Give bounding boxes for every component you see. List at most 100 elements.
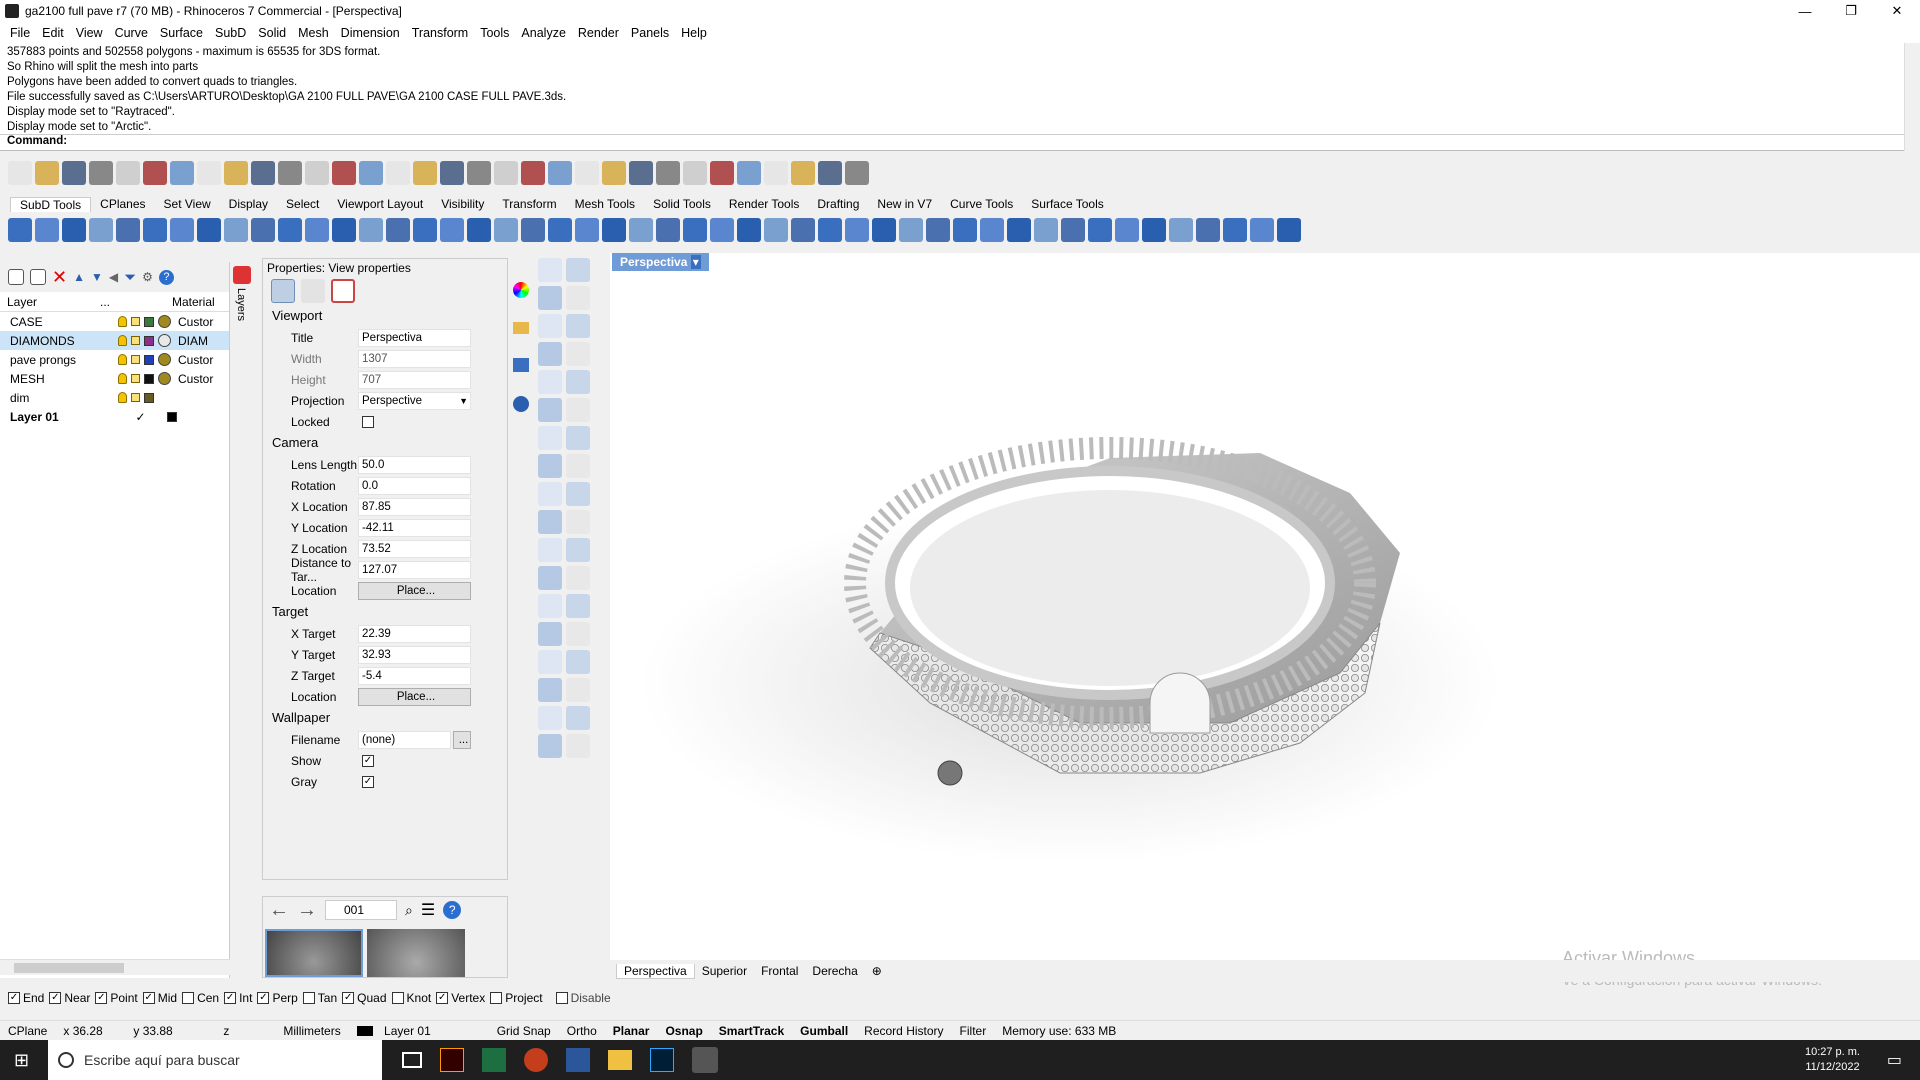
layer-row[interactable]: DIAMONDS DIAM bbox=[0, 331, 229, 350]
save-icon[interactable] bbox=[62, 161, 86, 185]
toggle-smooth-icon[interactable] bbox=[1115, 218, 1139, 242]
move-up-icon[interactable]: ▲ bbox=[73, 270, 85, 284]
ellipse-icon[interactable] bbox=[538, 706, 562, 730]
units-label[interactable]: Millimeters bbox=[275, 1024, 348, 1038]
filter-icon[interactable]: ⏷ bbox=[124, 269, 136, 286]
x-location-field[interactable]: 87.85 bbox=[358, 497, 471, 516]
lock-icon[interactable] bbox=[131, 336, 140, 345]
task-view-icon[interactable] bbox=[402, 1052, 422, 1068]
help-icon[interactable]: ? bbox=[443, 901, 462, 919]
osnap-int[interactable]: ✓ Int bbox=[224, 991, 252, 1005]
circle-icon[interactable] bbox=[538, 314, 562, 338]
tab-subd-tools[interactable]: SubD Tools bbox=[10, 196, 92, 212]
camera-place-button[interactable]: Place... bbox=[358, 581, 471, 600]
layer-name[interactable]: CASE bbox=[0, 315, 118, 329]
rendered-icon[interactable] bbox=[710, 161, 734, 185]
mirror-icon[interactable] bbox=[980, 218, 1004, 242]
osnap-point[interactable]: ✓ Point bbox=[95, 991, 138, 1005]
surface-icon[interactable] bbox=[538, 734, 562, 758]
dots-col-header[interactable]: ... bbox=[100, 295, 172, 309]
osnap-disable[interactable]: Disable bbox=[555, 991, 611, 1005]
subd-box-icon[interactable] bbox=[602, 218, 626, 242]
copy-icon[interactable] bbox=[170, 161, 194, 185]
layers-icon[interactable] bbox=[629, 161, 653, 185]
lights-icon[interactable] bbox=[575, 161, 599, 185]
subd-ellipsoid-icon[interactable] bbox=[116, 218, 140, 242]
target-place-button[interactable]: Place... bbox=[358, 687, 471, 706]
subd-cone-icon[interactable] bbox=[656, 218, 680, 242]
gear-icon[interactable] bbox=[764, 161, 788, 185]
sphere-icon[interactable] bbox=[818, 161, 842, 185]
point-icon[interactable] bbox=[566, 594, 590, 618]
distance-field[interactable]: 127.07 bbox=[358, 560, 471, 579]
loft-icon[interactable] bbox=[278, 218, 302, 242]
tab-perspectiva[interactable]: Perspectiva bbox=[616, 963, 695, 979]
pipe-icon[interactable] bbox=[926, 218, 950, 242]
bridge-icon[interactable] bbox=[818, 218, 842, 242]
circle-icon[interactable] bbox=[538, 650, 562, 674]
menu-view[interactable]: View bbox=[70, 26, 109, 40]
rotate-icon[interactable] bbox=[566, 538, 590, 562]
zoom-in-icon[interactable] bbox=[386, 161, 410, 185]
layer-color-swatch[interactable] bbox=[144, 392, 154, 403]
crease-icon[interactable] bbox=[845, 218, 869, 242]
materials-icon[interactable] bbox=[656, 161, 680, 185]
close-button[interactable]: ✕ bbox=[1874, 0, 1920, 22]
rail-icon[interactable] bbox=[305, 218, 329, 242]
dimension-icon[interactable] bbox=[791, 161, 815, 185]
visibility-bulb-icon[interactable] bbox=[118, 373, 127, 384]
menu-analyze[interactable]: Analyze bbox=[515, 26, 571, 40]
new-icon[interactable] bbox=[8, 161, 32, 185]
rectangle-icon[interactable] bbox=[538, 678, 562, 702]
surface-icon[interactable] bbox=[538, 398, 562, 422]
tab-frontal[interactable]: Frontal bbox=[754, 964, 805, 978]
subd-box-icon[interactable] bbox=[1196, 218, 1220, 242]
lock-icon[interactable] bbox=[602, 161, 626, 185]
copy-icon[interactable] bbox=[538, 538, 562, 562]
point-icon[interactable] bbox=[566, 258, 590, 282]
subd-torus-icon[interactable] bbox=[143, 218, 167, 242]
box-icon[interactable] bbox=[538, 426, 562, 450]
library-search-input[interactable]: 001 bbox=[325, 900, 397, 920]
projection-select[interactable]: Perspective ▼ bbox=[358, 391, 471, 410]
osnap-tan[interactable]: Tan bbox=[302, 991, 337, 1005]
extrude-icon[interactable] bbox=[566, 734, 590, 758]
fill-icon[interactable] bbox=[359, 218, 383, 242]
subd-box-icon[interactable] bbox=[8, 218, 32, 242]
open-icon[interactable] bbox=[35, 161, 59, 185]
menu-help[interactable]: Help bbox=[675, 26, 713, 40]
subd-torus-icon[interactable] bbox=[737, 218, 761, 242]
command-scrollbar[interactable] bbox=[1904, 43, 1920, 151]
curve-icon[interactable] bbox=[566, 622, 590, 646]
print-icon[interactable] bbox=[89, 161, 113, 185]
menu-subd[interactable]: SubD bbox=[209, 26, 252, 40]
lock-icon[interactable] bbox=[131, 317, 140, 326]
planar-toggle[interactable]: Planar bbox=[605, 1024, 658, 1038]
layer-row[interactable]: CASE Custor bbox=[0, 312, 229, 331]
toggle-smooth-icon[interactable] bbox=[521, 218, 545, 242]
cplane-icon[interactable] bbox=[440, 161, 464, 185]
subd-ellipsoid-icon[interactable] bbox=[710, 218, 734, 242]
osnap-cen[interactable]: Cen bbox=[182, 991, 219, 1005]
tab-mesh-tools[interactable]: Mesh Tools bbox=[566, 197, 644, 211]
file-explorer-icon[interactable] bbox=[608, 1050, 632, 1070]
subdivide-icon[interactable] bbox=[494, 218, 518, 242]
tab-visibility[interactable]: Visibility bbox=[432, 197, 493, 211]
layer-name[interactable]: DIAMONDS bbox=[0, 334, 118, 348]
menu-surface[interactable]: Surface bbox=[154, 26, 209, 40]
z-location-field[interactable]: 73.52 bbox=[358, 539, 471, 558]
osnap-project[interactable]: Project bbox=[490, 991, 543, 1005]
curve-icon[interactable] bbox=[566, 286, 590, 310]
arc-icon[interactable] bbox=[566, 650, 590, 674]
layer-color-swatch[interactable] bbox=[144, 335, 154, 346]
move-icon[interactable] bbox=[566, 510, 590, 534]
menu-render[interactable]: Render bbox=[572, 26, 625, 40]
material-col-header[interactable]: Material bbox=[172, 295, 215, 309]
tab-cplanes[interactable]: CPlanes bbox=[91, 197, 154, 211]
shaded-icon[interactable] bbox=[683, 161, 707, 185]
layer-row[interactable]: pave prongs Custor bbox=[0, 350, 229, 369]
ghosted-icon[interactable] bbox=[737, 161, 761, 185]
tab-set-view[interactable]: Set View bbox=[155, 197, 220, 211]
osnap-knot[interactable]: Knot bbox=[391, 991, 431, 1005]
locked-checkbox[interactable] bbox=[362, 415, 374, 428]
